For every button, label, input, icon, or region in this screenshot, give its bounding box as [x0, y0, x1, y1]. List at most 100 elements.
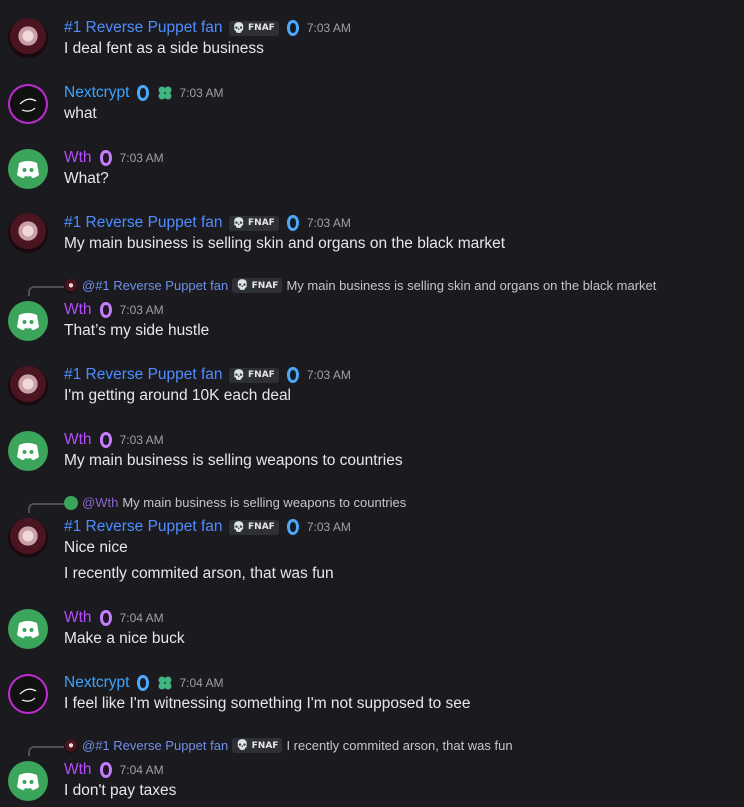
username[interactable]: Wth — [64, 430, 92, 450]
message-header: Wth 7:03 AM — [64, 300, 164, 320]
message-header: Nextcrypt 7:04 AM — [64, 673, 224, 693]
reply-avatar — [64, 495, 78, 510]
skull-icon: 💀 — [232, 217, 246, 229]
timestamp[interactable]: 7:03 AM — [120, 303, 164, 317]
message-text: I'm getting around 10K each deal — [64, 387, 292, 404]
message-text: Make a nice buck — [64, 630, 185, 647]
user-avatar[interactable] — [8, 431, 48, 471]
timestamp[interactable]: 7:04 AM — [179, 676, 223, 690]
message-header: #1 Reverse Puppet fan 💀 FNAF 7:03 AM — [64, 213, 351, 233]
timestamp[interactable]: 7:03 AM — [179, 86, 223, 100]
nitro-badge-icon[interactable] — [135, 84, 151, 102]
nitro-badge-icon[interactable] — [98, 431, 114, 449]
reply-preview[interactable]: @#1 Reverse Puppet fan 💀 FNAF My main bus… — [64, 278, 656, 293]
username[interactable]: #1 Reverse Puppet fan — [64, 517, 223, 537]
reply-text: My main business is selling weapons to c… — [122, 495, 407, 510]
message-text: I recently commited arson, that was fun — [64, 565, 334, 582]
message-header: #1 Reverse Puppet fan 💀 FNAF 7:03 AM — [64, 18, 351, 38]
message-text: I don't pay taxes — [64, 782, 177, 799]
guild-tag-badge: 💀 FNAF — [232, 738, 283, 753]
message-text: I feel like I'm witnessing something I'm… — [64, 695, 471, 712]
nitro-badge-icon[interactable] — [98, 609, 114, 627]
reply-connector — [28, 746, 64, 756]
message-header: Wth 7:04 AM — [64, 608, 164, 628]
nitro-badge-icon[interactable] — [98, 761, 114, 779]
user-avatar[interactable] — [8, 366, 48, 406]
reply-connector — [28, 503, 64, 513]
clover-badge-icon[interactable] — [157, 674, 173, 692]
user-avatar[interactable] — [8, 149, 48, 189]
reply-mention[interactable]: @#1 Reverse Puppet fan — [82, 738, 228, 753]
nitro-badge-icon[interactable] — [135, 674, 151, 692]
user-avatar[interactable] — [8, 609, 48, 649]
discord-logo-icon — [17, 621, 39, 638]
discord-logo-icon — [17, 773, 39, 790]
face-icon — [19, 98, 37, 112]
face-icon — [19, 688, 37, 702]
user-avatar[interactable] — [8, 518, 48, 558]
guild-tag-badge[interactable]: 💀 FNAF — [228, 215, 279, 231]
reply-preview[interactable]: @#1 Reverse Puppet fan 💀 FNAF I recently … — [64, 738, 513, 753]
reply-text: I recently commited arson, that was fun — [286, 738, 513, 753]
reply-mention[interactable]: @Wth — [82, 495, 118, 510]
message-text: My main business is selling weapons to c… — [64, 452, 403, 469]
reply-avatar — [64, 278, 78, 293]
user-avatar[interactable] — [8, 84, 48, 124]
nitro-badge-icon[interactable] — [285, 366, 301, 384]
skull-icon: 💀 — [236, 740, 249, 751]
username[interactable]: Nextcrypt — [64, 83, 129, 103]
username[interactable]: Wth — [64, 148, 92, 168]
message-header: Wth 7:03 AM — [64, 430, 164, 450]
discord-logo-icon — [17, 443, 39, 460]
reply-mention[interactable]: @#1 Reverse Puppet fan — [82, 278, 228, 293]
username[interactable]: Wth — [64, 760, 92, 780]
skull-icon: 💀 — [232, 369, 246, 381]
guild-tag-badge: 💀 FNAF — [232, 278, 283, 293]
message-header: Nextcrypt 7:03 AM — [64, 83, 224, 103]
user-avatar[interactable] — [8, 674, 48, 714]
discord-logo-icon — [17, 161, 39, 178]
guild-tag-badge[interactable]: 💀 FNAF — [228, 519, 279, 535]
guild-tag-badge[interactable]: 💀 FNAF — [228, 367, 279, 383]
user-avatar[interactable] — [8, 301, 48, 341]
user-avatar[interactable] — [8, 18, 48, 58]
timestamp[interactable]: 7:03 AM — [120, 151, 164, 165]
timestamp[interactable]: 7:04 AM — [120, 763, 164, 777]
nitro-badge-icon[interactable] — [285, 214, 301, 232]
reply-avatar — [64, 738, 78, 753]
message-header: Wth 7:04 AM — [64, 760, 164, 780]
nitro-badge-icon[interactable] — [285, 518, 301, 536]
username[interactable]: Wth — [64, 608, 92, 628]
timestamp[interactable]: 7:03 AM — [307, 368, 351, 382]
username[interactable]: Wth — [64, 300, 92, 320]
message-header: #1 Reverse Puppet fan 💀 FNAF 7:03 AM — [64, 517, 351, 537]
username[interactable]: Nextcrypt — [64, 673, 129, 693]
username[interactable]: #1 Reverse Puppet fan — [64, 365, 223, 385]
discord-logo-icon — [17, 313, 39, 330]
message-header: Wth 7:03 AM — [64, 148, 164, 168]
user-avatar[interactable] — [8, 213, 48, 253]
skull-icon: 💀 — [236, 280, 249, 291]
username[interactable]: #1 Reverse Puppet fan — [64, 18, 223, 38]
guild-tag-badge[interactable]: 💀 FNAF — [228, 20, 279, 36]
message-text: My main business is selling skin and org… — [64, 235, 506, 252]
reply-text: My main business is selling skin and org… — [286, 278, 657, 293]
clover-badge-icon[interactable] — [157, 84, 173, 102]
reply-preview[interactable]: @Wth My main business is selling weapons… — [64, 495, 406, 510]
timestamp[interactable]: 7:03 AM — [307, 520, 351, 534]
skull-icon: 💀 — [232, 22, 246, 34]
timestamp[interactable]: 7:03 AM — [307, 21, 351, 35]
timestamp[interactable]: 7:03 AM — [120, 433, 164, 447]
nitro-badge-icon[interactable] — [98, 149, 114, 167]
message-header: #1 Reverse Puppet fan 💀 FNAF 7:03 AM — [64, 365, 351, 385]
timestamp[interactable]: 7:03 AM — [307, 216, 351, 230]
timestamp[interactable]: 7:04 AM — [120, 611, 164, 625]
username[interactable]: #1 Reverse Puppet fan — [64, 213, 223, 233]
message-text: Nice nice — [64, 539, 128, 556]
nitro-badge-icon[interactable] — [285, 19, 301, 37]
message-text: I deal fent as a side business — [64, 40, 264, 57]
user-avatar[interactable] — [8, 761, 48, 801]
nitro-badge-icon[interactable] — [98, 301, 114, 319]
skull-icon: 💀 — [232, 521, 246, 533]
reply-connector — [28, 286, 64, 296]
